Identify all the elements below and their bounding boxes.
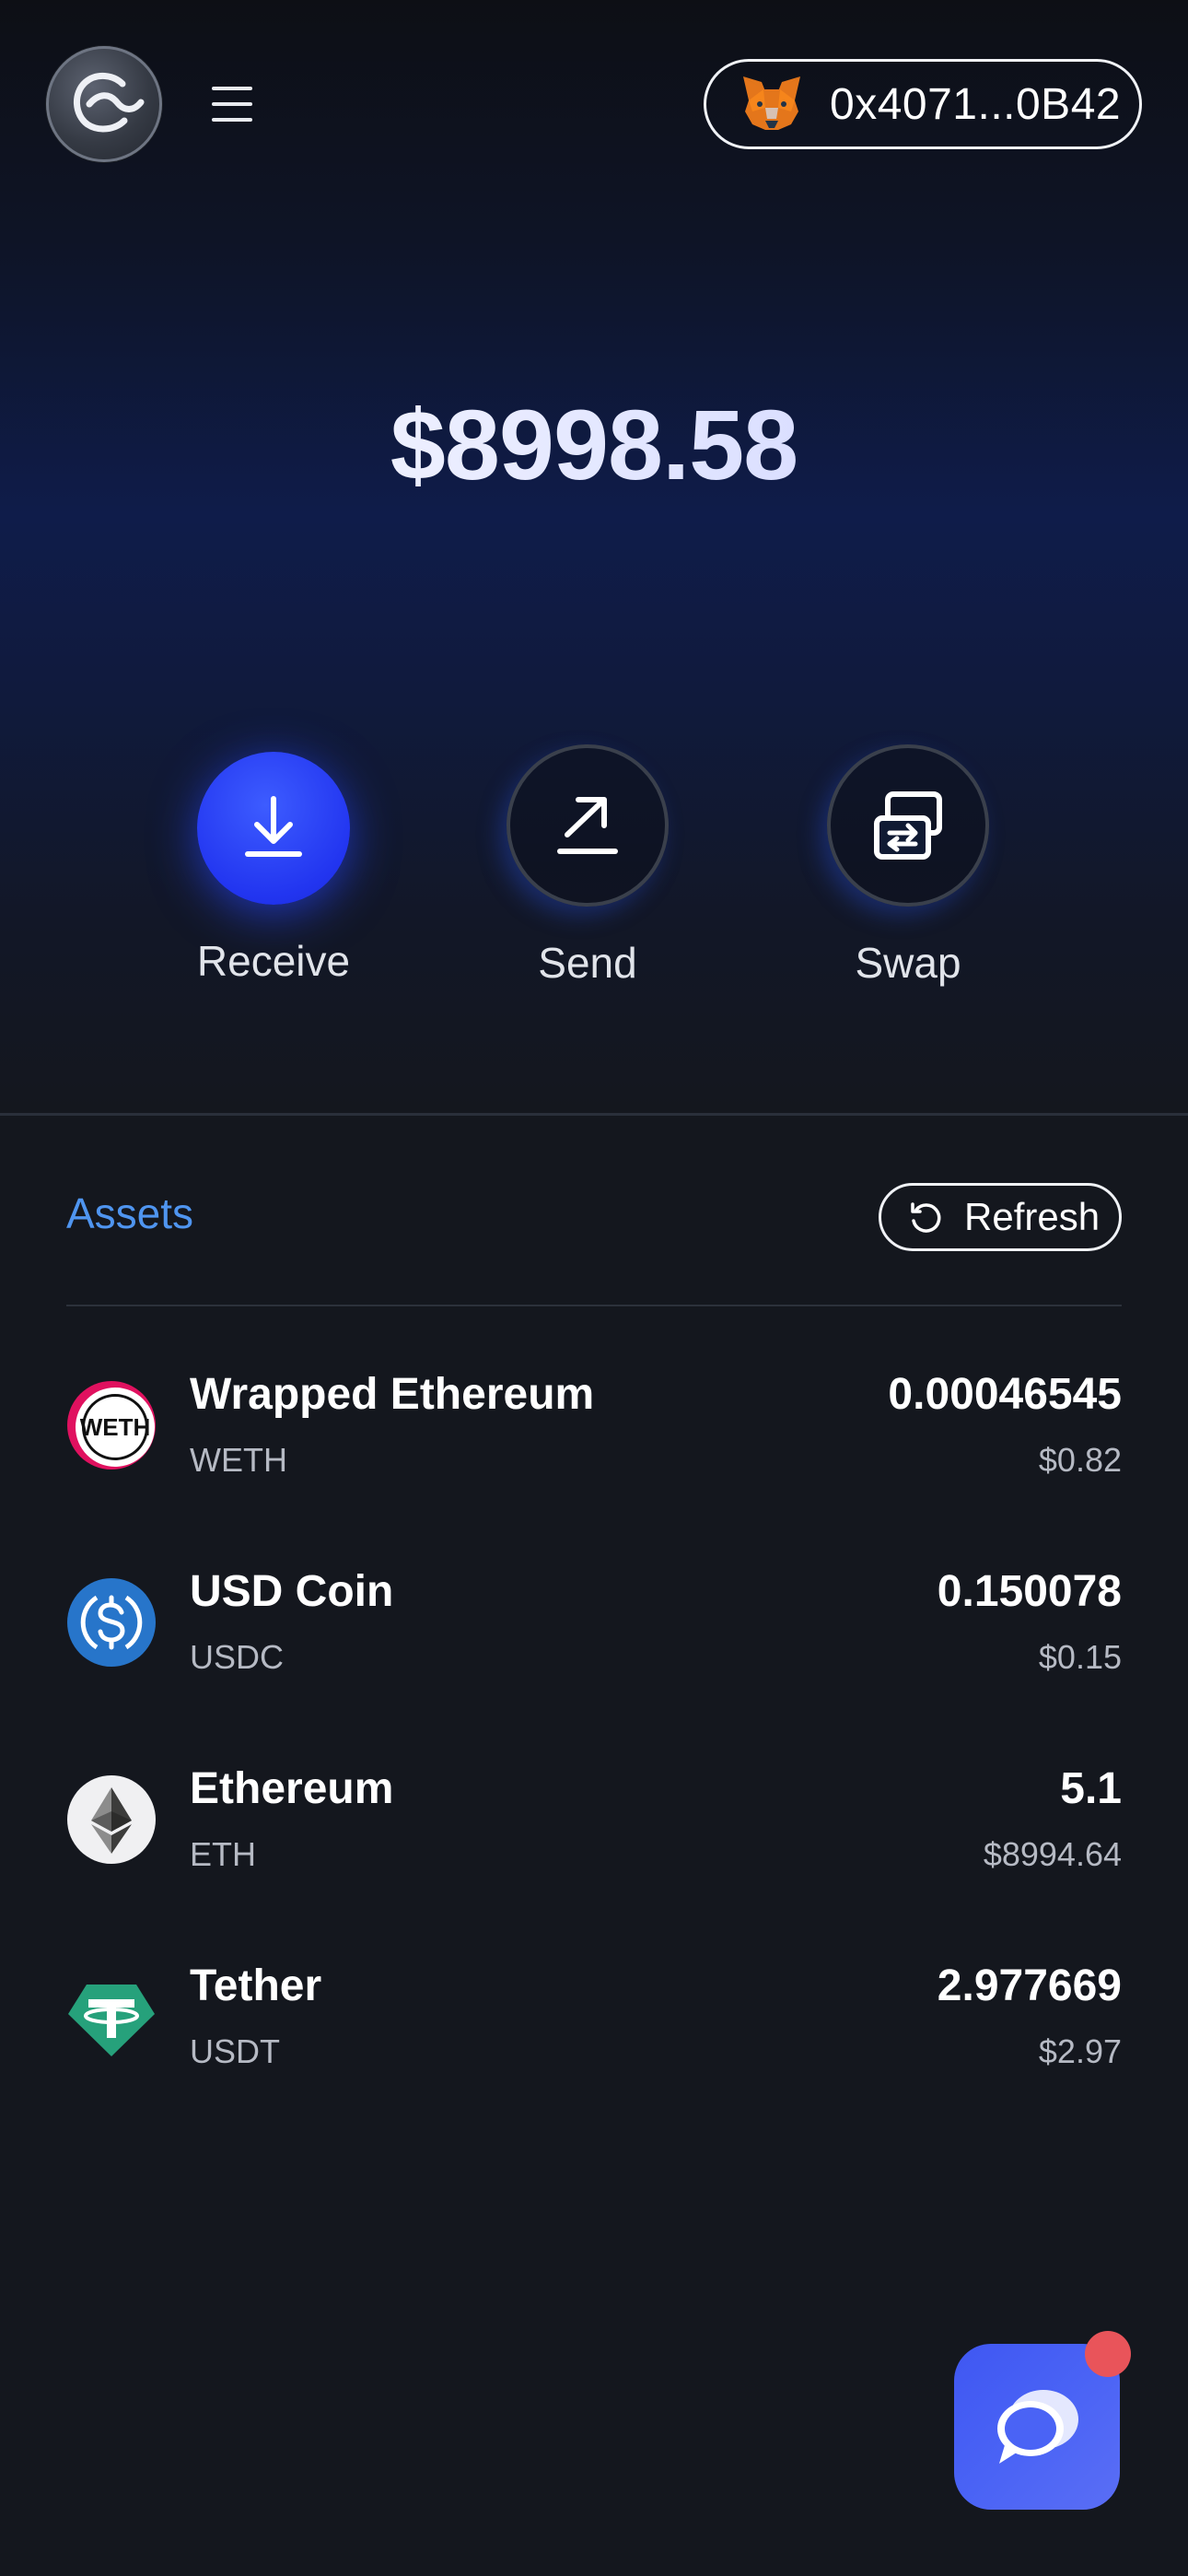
send-label: Send [538, 939, 637, 987]
asset-value: $8994.64 [983, 1835, 1122, 1873]
asset-symbol: USDT [190, 2032, 280, 2070]
asset-name: Wrapped Ethereum [190, 1370, 595, 1419]
asset-row-weth[interactable]: WETH Wrapped Ethereum WETH 0.00046545 $0… [66, 1369, 1122, 1507]
swap-button[interactable]: Swap [816, 744, 1000, 988]
send-button[interactable]: Send [495, 744, 680, 988]
asset-value: $0.15 [1038, 1638, 1122, 1676]
hero-divider [0, 1113, 1188, 1116]
send-arrow-icon [507, 744, 669, 907]
metamask-fox-icon [743, 76, 800, 130]
weth-icon-text: WETH [80, 1413, 151, 1441]
swap-label: Swap [855, 939, 961, 987]
refresh-icon [911, 1202, 941, 1233]
weth-icon: WETH [67, 1381, 156, 1469]
asset-value: $0.82 [1038, 1441, 1122, 1479]
chat-bubbles-icon [997, 2390, 1078, 2464]
asset-symbol: WETH [190, 1441, 287, 1479]
assets-title: Assets [66, 1189, 194, 1237]
asset-row-usdt[interactable]: Tether USDT 2.977669 $2.97 [66, 1961, 1122, 2099]
asset-row-eth[interactable]: Ethereum ETH 5.1 $8994.64 [66, 1763, 1122, 1902]
asset-amount: 2.977669 [937, 1961, 1122, 2010]
receive-button[interactable]: Receive [181, 744, 366, 986]
wallet-address-text: 0x4071...0B42 [830, 79, 1122, 129]
refresh-button[interactable]: Refresh [879, 1183, 1122, 1251]
asset-row-usdc[interactable]: USD Coin USDC 0.150078 $0.15 [66, 1566, 1122, 1704]
asset-amount: 5.1 [1060, 1764, 1122, 1813]
asset-name: Tether [190, 1961, 322, 2010]
asset-amount: 0.00046545 [888, 1370, 1122, 1419]
download-arrow-icon [197, 752, 350, 905]
asset-name: Ethereum [190, 1764, 394, 1813]
eth-icon [67, 1775, 156, 1864]
asset-value: $2.97 [1038, 2032, 1122, 2070]
wallet-address-button[interactable]: 0x4071...0B42 [704, 59, 1142, 149]
total-balance: $8998.58 [0, 387, 1188, 502]
receive-label: Receive [196, 937, 351, 985]
assets-divider [66, 1305, 1122, 1306]
asset-name: USD Coin [190, 1567, 394, 1616]
app-logo-icon[interactable] [46, 46, 162, 162]
asset-amount: 0.150078 [937, 1567, 1122, 1616]
asset-symbol: ETH [190, 1835, 256, 1873]
asset-symbol: USDC [190, 1638, 285, 1676]
hamburger-menu-icon[interactable] [206, 81, 262, 127]
swap-arrows-icon [827, 744, 989, 907]
notification-badge [1085, 2331, 1131, 2377]
refresh-label: Refresh [964, 1195, 1101, 1238]
usdc-icon [67, 1578, 156, 1667]
usdt-icon [68, 1985, 155, 2056]
